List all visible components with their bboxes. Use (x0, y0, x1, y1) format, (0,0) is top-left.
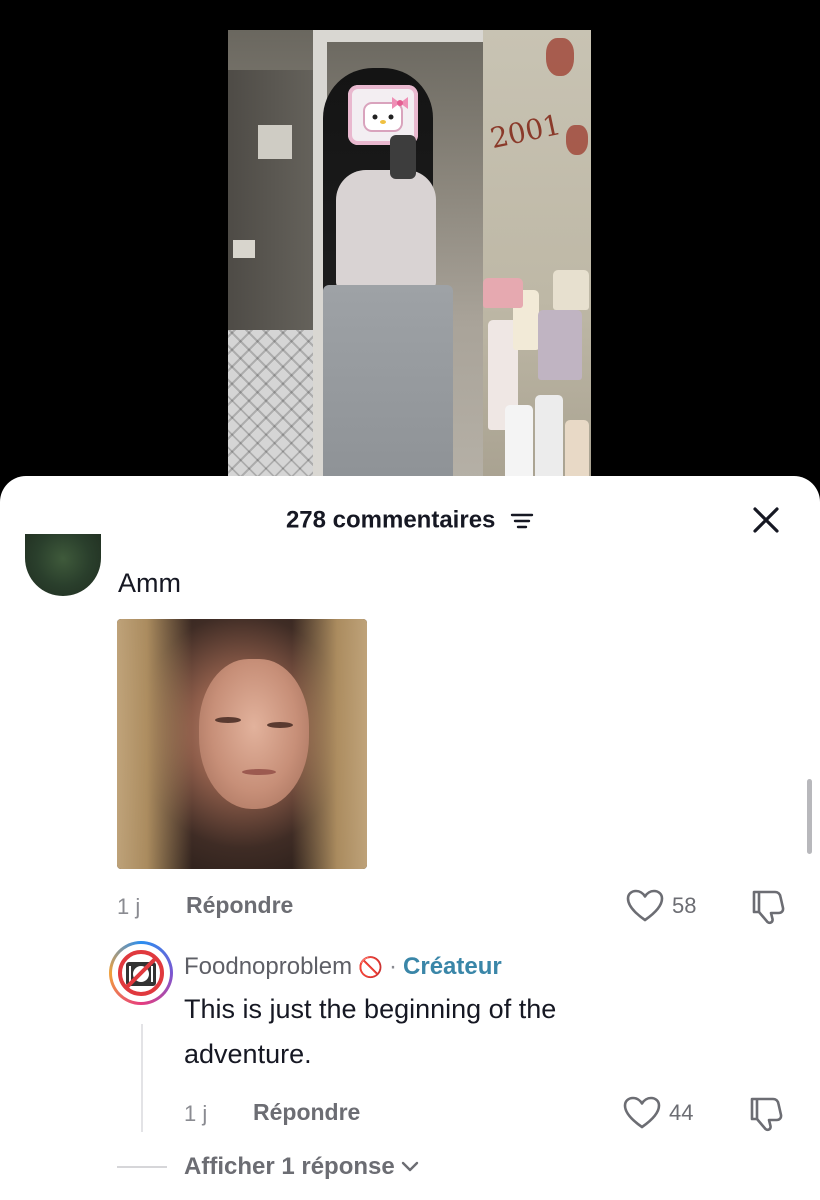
person-jeans (323, 285, 453, 480)
phone (390, 135, 416, 179)
heart-icon (626, 889, 664, 922)
person-shirt (336, 170, 436, 290)
image-eye (215, 717, 241, 723)
prohibited-emoji: 🚫 (358, 956, 384, 979)
dislike-icon (750, 1097, 783, 1132)
creator-badge: Créateur (403, 953, 502, 980)
dislike-icon (752, 890, 785, 925)
like-button[interactable]: 44 (623, 1096, 693, 1130)
comment-count-label: 278 commentaires (285, 506, 496, 534)
scrollbar[interactable] (807, 779, 812, 854)
note-paper (258, 125, 292, 159)
reply-text-line1: This is just the beginning of the (184, 994, 557, 1024)
image-mouth (242, 769, 276, 775)
reply-header: Foodnoproblem 🚫 · Créateur (184, 953, 502, 981)
comments-header: 278 commentaires (0, 476, 820, 556)
comment-text: Amm (118, 568, 181, 598)
close-icon (753, 507, 779, 533)
reply-timestamp: 1 j (184, 1101, 208, 1126)
show-replies-label: Afficher 1 réponse (184, 1153, 395, 1180)
thread-line (141, 1024, 143, 1132)
like-button[interactable]: 58 (626, 889, 696, 923)
expand-divider (117, 1166, 167, 1168)
close-button[interactable] (748, 502, 784, 538)
heart-icon (623, 1096, 661, 1129)
creator-avatar[interactable] (109, 941, 173, 1005)
image-eye (267, 722, 293, 728)
filter-icon[interactable] (510, 511, 534, 531)
username[interactable]: Foodnoproblem (184, 953, 352, 981)
like-count: 44 (669, 1100, 694, 1125)
note-paper (233, 240, 255, 258)
image-face (199, 659, 309, 809)
no-food-avatar-icon (118, 950, 164, 996)
video-thumbnail[interactable]: 2001 (228, 30, 591, 480)
toiletries (483, 270, 591, 480)
hand-print (546, 38, 574, 76)
avatar[interactable] (25, 534, 101, 596)
comment-image-sad-face[interactable] (117, 619, 367, 869)
reply-button[interactable]: Répondre (253, 1099, 360, 1126)
comment-count-title[interactable]: 278 commentaires (0, 506, 820, 535)
closet-background (228, 70, 318, 370)
comments-sheet: 278 commentaires Amm 1 j Répondre 58 Foo… (0, 476, 820, 1200)
comment-timestamp: 1 j (117, 894, 141, 919)
show-replies-button[interactable]: Afficher 1 réponse (184, 1153, 419, 1181)
hand-print (566, 125, 588, 155)
reply-button[interactable]: Répondre (186, 892, 293, 919)
dislike-button[interactable] (748, 1095, 786, 1138)
like-count: 58 (672, 893, 697, 918)
chevron-down-icon (401, 1161, 418, 1172)
dislike-button[interactable] (750, 888, 788, 931)
separator-dot: · (389, 953, 398, 980)
reply-text-line2: adventure. (184, 1039, 312, 1069)
video-player[interactable]: 2001 (0, 0, 820, 500)
